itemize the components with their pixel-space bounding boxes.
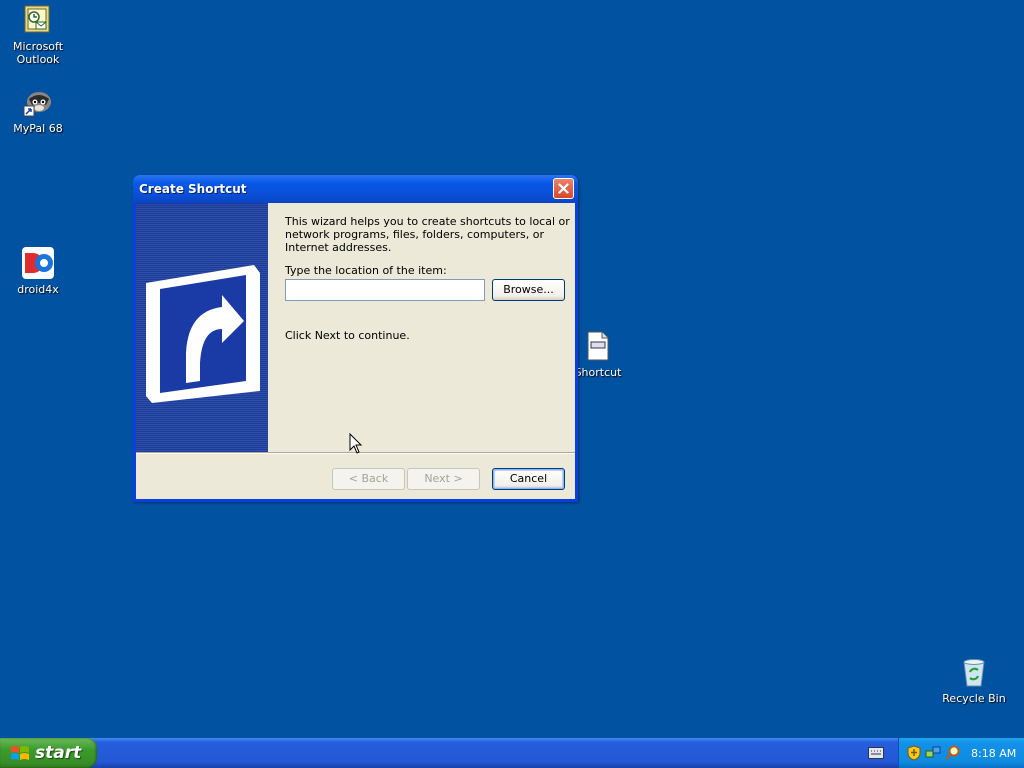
mouse-cursor-icon	[349, 433, 363, 454]
desktop-icon-label: MyPal 68	[13, 122, 63, 135]
wizard-intro-text: This wizard helps you to create shortcut…	[285, 215, 570, 254]
close-button[interactable]	[553, 178, 574, 199]
shortcut-arrow-icon	[146, 265, 260, 403]
desktop-icon-label: Microsoft Outlook	[12, 40, 64, 66]
shortcut-file-icon	[582, 330, 614, 362]
taskbar: start 8:18 AM	[0, 738, 1024, 768]
desktop-icon-recycle-bin[interactable]: Recycle Bin	[936, 656, 1012, 705]
desktop-icon-label: droid4x	[17, 283, 59, 296]
dialog-titlebar[interactable]: Create Shortcut	[133, 175, 578, 203]
continue-text: Click Next to continue.	[285, 329, 410, 342]
cancel-button[interactable]: Cancel	[492, 468, 565, 490]
search-icon[interactable]	[945, 745, 961, 761]
desktop-icon-label: Recycle Bin	[942, 692, 1006, 705]
desktop-icon-outlook[interactable]: Microsoft Outlook	[0, 4, 76, 66]
system-tray: 8:18 AM	[898, 738, 1024, 768]
wizard-side-panel	[136, 203, 268, 452]
security-shield-icon[interactable]	[907, 745, 921, 761]
browse-button[interactable]: Browse...	[492, 279, 565, 301]
next-button[interactable]: Next >	[407, 468, 480, 490]
network-icon[interactable]	[925, 745, 941, 761]
desktop-icon-droid4x[interactable]: droid4x	[0, 247, 76, 296]
keyboard-icon[interactable]	[868, 747, 884, 759]
close-icon	[558, 183, 569, 194]
location-label: Type the location of the item:	[285, 264, 447, 277]
mypal-icon	[22, 86, 54, 118]
recycle-bin-icon	[958, 656, 990, 688]
start-label: start	[35, 743, 82, 763]
droid4x-icon	[22, 247, 54, 279]
start-button[interactable]: start	[0, 738, 97, 768]
clock[interactable]: 8:18 AM	[971, 747, 1016, 760]
desktop-icon-mypal[interactable]: MyPal 68	[0, 86, 76, 135]
outlook-icon	[22, 4, 54, 36]
windows-logo-icon	[11, 746, 29, 760]
dialog-title: Create Shortcut	[139, 182, 247, 196]
location-input[interactable]	[285, 279, 485, 301]
back-button[interactable]: < Back	[332, 468, 405, 490]
